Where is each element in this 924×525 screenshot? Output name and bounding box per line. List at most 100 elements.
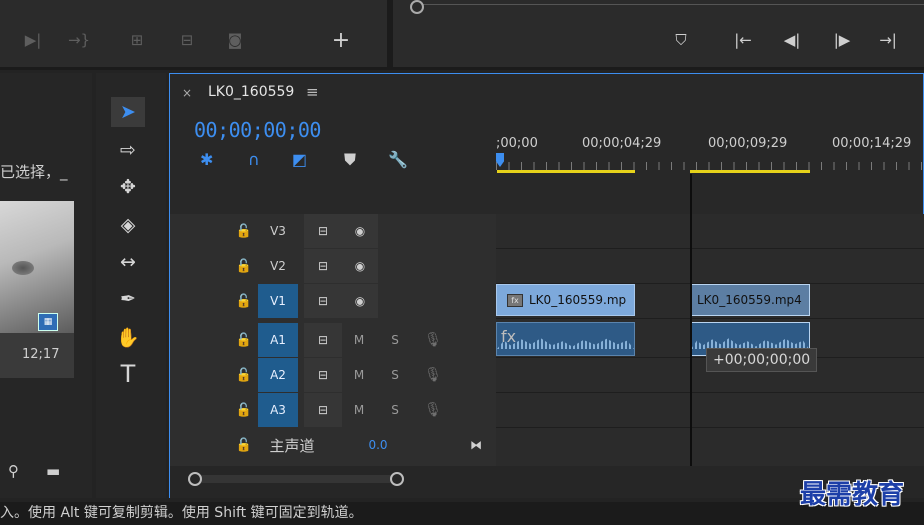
media-thumbnail[interactable]: ▦ 12;17 — [0, 201, 74, 378]
mute-button[interactable]: M — [348, 358, 370, 392]
ruler-label: 00;00;14;29 — [832, 136, 912, 151]
ruler-label: ;00;00 — [496, 136, 538, 151]
add-marker-timeline-icon[interactable]: ◩ — [292, 150, 307, 169]
clip-label: LK0_160559.mp — [529, 293, 627, 307]
track-name[interactable]: V3 — [258, 214, 298, 248]
sync-lock-icon[interactable]: ⊟ — [304, 393, 342, 427]
selection-text: 已选择，_ — [0, 163, 68, 181]
hand-tool-icon[interactable]: ✋ — [111, 322, 145, 352]
work-area-bar — [497, 170, 635, 173]
ghost-video-clip[interactable]: LK0_160559.mp4 — [690, 284, 810, 316]
eye-icon[interactable]: ◉ — [342, 249, 378, 283]
mark-out-icon[interactable]: →} — [66, 27, 92, 53]
sync-lock-icon[interactable]: ⊟ — [304, 358, 342, 392]
step-forward-icon[interactable]: |▶ — [829, 27, 855, 53]
search-icon[interactable]: ⚲ — [8, 462, 19, 480]
master-label: 主声道 — [269, 436, 315, 455]
pen-tool-icon[interactable]: ✒ — [111, 284, 145, 314]
audio-clip[interactable]: fx — [496, 322, 635, 356]
lock-icon[interactable]: 🔓 — [234, 428, 254, 462]
close-tab-icon[interactable]: × — [182, 86, 192, 100]
razor-tool-icon[interactable]: ◈ — [111, 210, 145, 240]
lock-icon[interactable]: 🔓 — [234, 358, 254, 392]
track-name[interactable]: A2 — [258, 358, 298, 392]
solo-button[interactable]: S — [384, 393, 406, 427]
sync-lock-icon[interactable]: ⊟ — [304, 249, 342, 283]
zoom-handle-left[interactable] — [188, 472, 202, 486]
sync-lock-icon[interactable]: ⊟ — [304, 323, 342, 357]
microphone-icon[interactable]: 🎙 — [422, 323, 444, 357]
eye-icon[interactable]: ◉ — [342, 214, 378, 248]
sync-lock-icon[interactable]: ⊟ — [304, 284, 342, 318]
audio-waveform — [497, 338, 634, 349]
tools-panel: ➤ ⇨ ✥ ◈ ↔ ✒ ✋ T — [96, 73, 166, 498]
track-area[interactable]: fx LK0_160559.mp LK0_160559.mp4 fx +00;0… — [496, 214, 924, 466]
program-scrub-track[interactable] — [420, 4, 924, 5]
thumbnail-duration: 12;17 — [22, 347, 60, 362]
lock-icon[interactable]: 🔓 — [234, 214, 254, 248]
project-footer: ⚲ ▬ — [0, 458, 92, 488]
lock-icon[interactable]: 🔓 — [234, 393, 254, 427]
track-header-master: 🔓 主声道 0.0 ⧓ — [170, 428, 496, 463]
playhead-timecode[interactable]: 00;00;00;00 — [194, 118, 321, 142]
type-tool-icon[interactable]: T — [111, 359, 145, 389]
go-to-out-icon[interactable]: →| — [875, 27, 901, 53]
snap-line — [690, 174, 692, 466]
track-header-a2: 🔓 A2 ⊟ M S 🎙 — [170, 358, 496, 393]
settings-wrench-icon[interactable]: 🔧 — [388, 150, 408, 169]
drag-offset-tooltip: +00;00;00;00 — [706, 348, 818, 372]
video-clip[interactable]: fx LK0_160559.mp — [496, 284, 635, 316]
mute-button[interactable]: M — [348, 393, 370, 427]
sequence-tab[interactable]: LK0_160559 — [208, 84, 294, 100]
track-name[interactable]: A3 — [258, 393, 298, 427]
program-scrub-knob[interactable] — [410, 0, 424, 14]
track-header-v2: 🔓 V2 ⊟ ◉ — [170, 249, 496, 284]
clip-label: LK0_160559.mp4 — [697, 293, 802, 307]
program-monitor-controls: ⛉ |← ◀| |▶ →| — [393, 0, 924, 70]
export-frame-icon[interactable]: ◙ — [222, 27, 248, 53]
master-volume-value[interactable]: 0.0 — [362, 428, 394, 462]
overwrite-icon[interactable]: ⊟ — [174, 27, 200, 53]
lock-icon[interactable]: 🔓 — [234, 323, 254, 357]
mute-button[interactable]: M — [348, 323, 370, 357]
track-name[interactable]: V1 — [258, 284, 298, 318]
mark-in-icon[interactable]: ▶| — [20, 27, 46, 53]
marker-icon[interactable]: ⛊ — [344, 150, 356, 170]
track-header-a1: 🔓 A1 ⊟ M S 🎙 — [170, 323, 496, 358]
project-panel: 已选择，_ ▦ 12;17 ⚲ ▬ — [0, 73, 92, 498]
step-back-icon[interactable]: ◀| — [779, 27, 805, 53]
track-select-tool-icon[interactable]: ⇨ — [111, 135, 145, 165]
insert-icon[interactable]: ⊞ — [124, 27, 150, 53]
ripple-edit-tool-icon[interactable]: ✥ — [111, 172, 145, 202]
lock-icon[interactable]: 🔓 — [234, 284, 254, 318]
linked-selection-icon[interactable]: ∩ — [248, 150, 260, 169]
eye-icon[interactable]: ◉ — [342, 284, 378, 318]
go-to-in-icon[interactable]: |← — [730, 27, 756, 53]
zoom-handle-right[interactable] — [390, 472, 404, 486]
master-meter-icon[interactable]: ⧓ — [464, 428, 488, 462]
panel-menu-icon[interactable]: ≡ — [306, 83, 319, 101]
add-button[interactable]: + — [328, 27, 354, 53]
folder-icon[interactable]: ▬ — [46, 462, 60, 480]
selection-tool-icon[interactable]: ➤ — [111, 97, 145, 127]
add-marker-icon[interactable]: ⛉ — [668, 27, 694, 53]
time-ruler[interactable]: ;00;00 00;00;04;29 00;00;09;29 00;00;14;… — [496, 134, 924, 174]
ruler-label: 00;00;09;29 — [708, 136, 788, 151]
solo-button[interactable]: S — [384, 323, 406, 357]
microphone-icon[interactable]: 🎙 — [422, 358, 444, 392]
track-header-v1: 🔓 V1 ⊟ ◉ — [170, 284, 496, 319]
sync-lock-icon[interactable]: ⊟ — [304, 214, 342, 248]
ruler-label: 00;00;04;29 — [582, 136, 662, 151]
lock-icon[interactable]: 🔓 — [234, 249, 254, 283]
track-headers: 🔓 V3 ⊟ ◉ 🔓 V2 ⊟ ◉ 🔓 V1 ⊟ ◉ 🔓 A1 ⊟ M S 🎙 … — [170, 214, 496, 466]
track-header-v3: 🔓 V3 ⊟ ◉ — [170, 214, 496, 249]
snap-icon[interactable]: ✱ — [200, 150, 213, 169]
slip-tool-icon[interactable]: ↔ — [111, 247, 145, 277]
work-area-bar — [690, 170, 810, 173]
zoom-track[interactable] — [196, 475, 396, 483]
solo-button[interactable]: S — [384, 358, 406, 392]
track-name[interactable]: A1 — [258, 323, 298, 357]
track-name[interactable]: V2 — [258, 249, 298, 283]
microphone-icon[interactable]: 🎙 — [422, 393, 444, 427]
ruler-ticks — [496, 162, 924, 170]
